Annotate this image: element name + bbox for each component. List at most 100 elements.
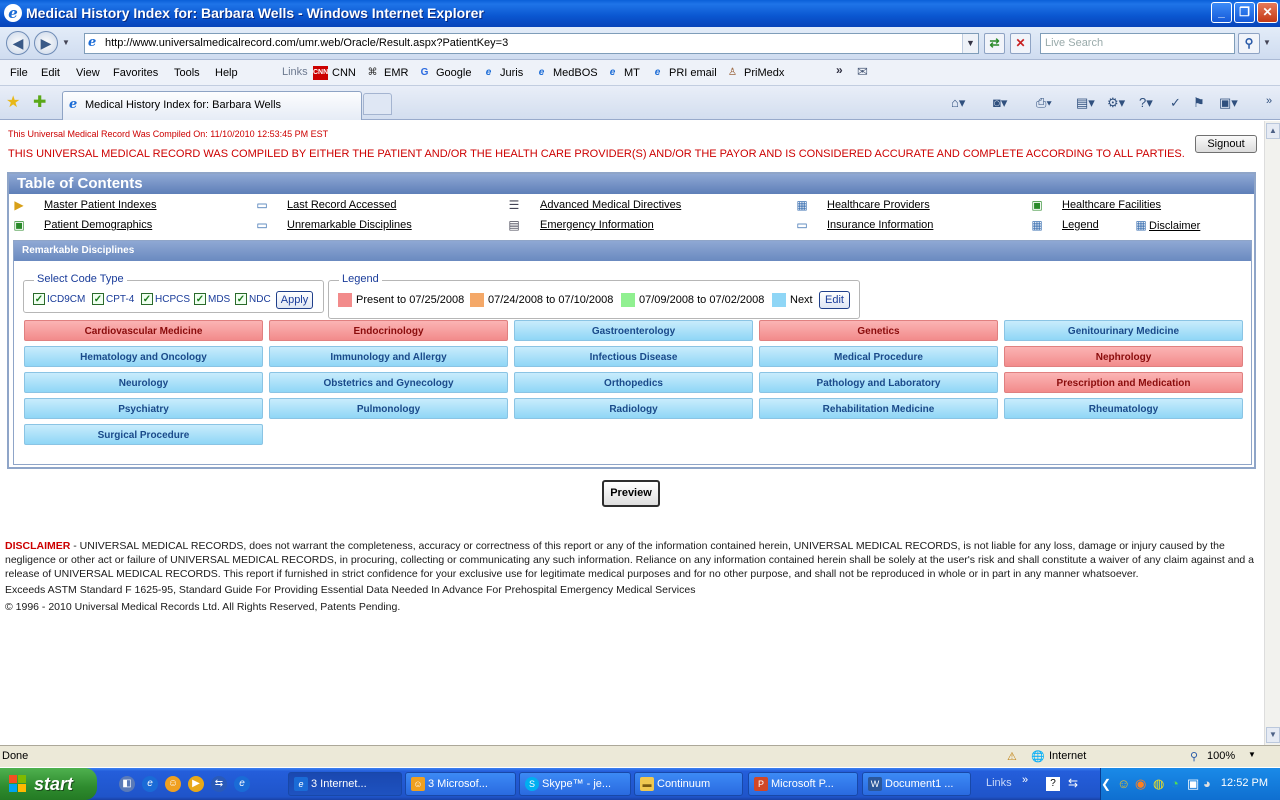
preview-button[interactable]: Preview [602, 480, 660, 507]
checkbox-hcpcs[interactable]: ✓ HCPCS [141, 293, 190, 306]
apply-button[interactable]: Apply [276, 291, 313, 309]
close-button[interactable]: ✕ [1257, 2, 1278, 23]
menu-file[interactable]: File [10, 67, 28, 79]
maximize-button[interactable]: ❐ [1234, 2, 1255, 23]
checkbox-ndc[interactable]: ✓ NDC [235, 293, 271, 306]
quicklaunch-desktop-icon[interactable]: ◧ [119, 776, 135, 792]
discipline-button[interactable]: Gastroenterology [514, 320, 753, 341]
feeds-icon[interactable]: ◙▾ [993, 95, 1007, 111]
toc-disclaimer[interactable]: Disclaimer [1149, 220, 1200, 232]
taskbar-skype[interactable]: S Skype™ - je... [519, 772, 631, 796]
checkbox-icd9cm[interactable]: ✓ ICD9CM [33, 293, 85, 306]
legend-edit-button[interactable]: Edit [819, 291, 850, 309]
discipline-button[interactable]: Rheumatology [1004, 398, 1243, 419]
discipline-button[interactable]: Genitourinary Medicine [1004, 320, 1243, 341]
tray-expand-icon[interactable]: ❮ [1101, 777, 1111, 791]
toc-patient-demographics[interactable]: Patient Demographics [44, 219, 152, 231]
taskbar-links-overflow-icon[interactable]: » [1022, 774, 1028, 786]
new-tab-button[interactable] [363, 93, 392, 115]
discipline-button[interactable]: Pathology and Laboratory [759, 372, 998, 393]
scroll-up-icon[interactable]: ▲ [1266, 123, 1280, 139]
zoom-level[interactable]: 100% [1207, 750, 1235, 762]
taskbar-internet-explorer[interactable]: e3 Internet... [288, 772, 402, 796]
toc-last-record-accessed[interactable]: Last Record Accessed [287, 199, 396, 211]
discipline-button[interactable]: Nephrology [1004, 346, 1243, 367]
tray-volume-icon[interactable]: ◕ [1203, 776, 1211, 791]
favorites-star-icon[interactable]: ★ [6, 92, 20, 112]
toc-advanced-medical-directives[interactable]: Advanced Medical Directives [540, 199, 681, 211]
menu-help[interactable]: Help [215, 67, 238, 79]
tools-menu-icon[interactable]: ⚙▾ [1107, 95, 1125, 111]
discipline-button[interactable]: Genetics [759, 320, 998, 341]
quicklaunch-ie2-icon[interactable]: e [234, 776, 250, 792]
minimize-button[interactable]: _ [1211, 2, 1232, 23]
back-button[interactable]: ◀ [6, 31, 30, 55]
taskbar-continuum[interactable]: ▬ Continuum [634, 772, 743, 796]
research-icon[interactable]: ⚑ [1193, 95, 1205, 111]
quicklaunch-ie-icon[interactable]: e [142, 776, 158, 792]
discipline-button[interactable]: Immunology and Allergy [269, 346, 508, 367]
discipline-button[interactable]: Radiology [514, 398, 753, 419]
tray-norton-icon[interactable]: ◍ [1153, 776, 1164, 792]
print-icon[interactable]: ⎙▾ [1036, 95, 1052, 111]
link-emr[interactable]: ⌘ EMR [365, 65, 409, 81]
tray-wifi-icon[interactable]: ◔ [1171, 776, 1179, 791]
add-favorite-icon[interactable]: ✚ [33, 92, 46, 112]
toc-emergency-information[interactable]: Emergency Information [540, 219, 654, 231]
toc-unremarkable-disciplines[interactable]: Unremarkable Disciplines [287, 219, 412, 231]
checkbox-cpt4[interactable]: ✓ CPT-4 [92, 293, 134, 306]
signout-button[interactable]: Signout [1195, 135, 1257, 153]
search-options-icon[interactable]: ▼ [1263, 38, 1271, 47]
discipline-button[interactable]: Medical Procedure [759, 346, 998, 367]
help-icon[interactable]: ?▾ [1139, 95, 1153, 111]
discipline-button[interactable]: Surgical Procedure [24, 424, 263, 445]
tab-medical-history[interactable]: e Medical History Index for: Barbara Wel… [62, 91, 362, 120]
taskbar-microsoft-outlook[interactable]: ☺ 3 Microsof... [405, 772, 516, 796]
quicklaunch-media-icon[interactable]: ▶ [188, 776, 204, 792]
address-dropdown-icon[interactable]: ▼ [962, 34, 978, 53]
menu-view[interactable]: View [76, 67, 100, 79]
tray-firefox-icon[interactable]: ◉ [1135, 776, 1146, 792]
taskbar-links-label[interactable]: Links [986, 777, 1012, 789]
link-cnn[interactable]: CNN CNN [313, 65, 356, 81]
link-google[interactable]: G Google [417, 65, 472, 81]
discipline-button[interactable]: Infectious Disease [514, 346, 753, 367]
quicklaunch-messenger-icon[interactable]: ☺ [165, 776, 181, 792]
zoom-dropdown-icon[interactable]: ▼ [1248, 750, 1256, 759]
discipline-button[interactable]: Psychiatry [24, 398, 263, 419]
discipline-button[interactable]: Pulmonology [269, 398, 508, 419]
links-overflow-icon[interactable]: » [836, 63, 843, 77]
link-medbos[interactable]: e MedBOS [534, 65, 598, 81]
taskbar-microsoft-powerpoint[interactable]: P Microsoft P... [748, 772, 858, 796]
menu-favorites[interactable]: Favorites [113, 67, 158, 79]
link-primedx[interactable]: ♙ PriMedx [725, 65, 784, 81]
discipline-button[interactable]: Endocrinology [269, 320, 508, 341]
tray-messenger-icon[interactable]: ☺ [1117, 776, 1130, 791]
help-tray-icon[interactable]: ? [1046, 777, 1060, 791]
vertical-scrollbar[interactable]: ▲ ▼ [1264, 121, 1280, 745]
home-icon[interactable]: ⌂▾ [951, 95, 965, 111]
page-menu-icon[interactable]: ▤▾ [1076, 95, 1095, 111]
discipline-button[interactable]: Neurology [24, 372, 263, 393]
toc-master-patient-indexes[interactable]: Master Patient Indexes [44, 199, 157, 211]
messenger-icon[interactable]: ✉ [857, 64, 868, 80]
start-button[interactable]: start [0, 768, 97, 800]
link-pri-email[interactable]: e PRI email [650, 65, 717, 81]
discipline-button[interactable]: Rehabilitation Medicine [759, 398, 998, 419]
tray-arrows-icon[interactable]: ⇆ [1068, 776, 1078, 790]
discipline-button[interactable]: Cardiovascular Medicine [24, 320, 263, 341]
toc-legend[interactable]: Legend [1062, 219, 1099, 231]
toc-healthcare-facilities[interactable]: Healthcare Facilities [1062, 199, 1161, 211]
security-warning-icon[interactable]: ⚠ [1007, 750, 1017, 763]
scroll-down-icon[interactable]: ▼ [1266, 727, 1280, 743]
refresh-button[interactable]: ⇄ [984, 33, 1005, 54]
tray-network-icon[interactable]: ▣ [1187, 776, 1199, 792]
taskbar-document1[interactable]: W Document1 ... [862, 772, 971, 796]
search-input[interactable]: Live Search [1040, 33, 1235, 54]
link-mt[interactable]: e MT [605, 65, 640, 81]
messenger-toolbar-icon[interactable]: ▣▾ [1219, 95, 1238, 111]
toolbar-overflow-icon[interactable]: » [1266, 95, 1272, 107]
discipline-button[interactable]: Orthopedics [514, 372, 753, 393]
toc-insurance-information[interactable]: Insurance Information [827, 219, 933, 231]
link-juris[interactable]: e Juris [481, 65, 524, 81]
